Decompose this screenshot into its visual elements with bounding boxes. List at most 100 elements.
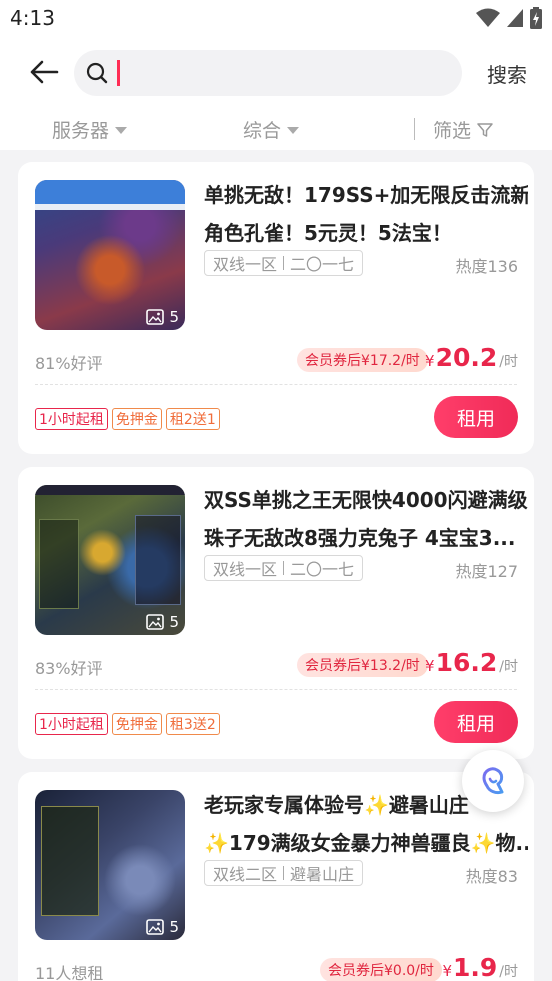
image-icon: [146, 919, 165, 935]
screen-filter[interactable]: 筛选: [433, 116, 493, 143]
status-icons: [476, 7, 542, 29]
status-bar: 4:13: [0, 0, 552, 38]
filter-bar: 服务器 综合 筛选: [0, 112, 552, 148]
heat-count: 热度136: [455, 257, 518, 276]
price-unit: /时: [499, 354, 518, 370]
text-caret: [117, 60, 120, 86]
wifi-icon: [476, 8, 500, 27]
signal-icon: [507, 9, 523, 27]
filter-funnel-icon: [477, 122, 493, 137]
server-name: 二〇一七: [290, 560, 355, 579]
price-value: 1.9: [452, 953, 498, 981]
listing-thumbnail[interactable]: 5: [35, 485, 185, 635]
currency-symbol: ¥: [442, 962, 452, 980]
tag-min-rent: 1小时起租: [35, 713, 108, 735]
listing-title-line: 单挑无敌！179SS+加无限反击流新: [204, 183, 528, 207]
customer-service-button[interactable]: [462, 750, 524, 812]
search-input[interactable]: [118, 57, 448, 89]
divider: [35, 384, 517, 385]
image-count-badge: 5: [146, 613, 179, 631]
server-filter[interactable]: 服务器: [52, 116, 128, 143]
rent-button[interactable]: 租用: [434, 396, 518, 438]
member-coupon-price: 会员券后¥13.2/时: [297, 653, 428, 677]
search-header: 搜索 服务器 综合 筛选: [0, 38, 552, 150]
sort-filter-label: 综合: [243, 120, 282, 142]
image-count: 5: [169, 308, 179, 326]
listing-card[interactable]: 5 双SS单挑之王无限快4000闪避满级 珠子无敌改8强力克兔子 4宝宝3...…: [18, 467, 534, 759]
price-unit: /时: [499, 659, 518, 675]
screenshot-panel: [135, 515, 181, 605]
screenshot-titlebar: [35, 180, 185, 204]
listing-title-line: 珠子无敌改8强力克兔子 4宝宝3...: [204, 526, 516, 550]
listing-title-line: 角色孔雀！5元灵！5法宝！: [204, 221, 452, 245]
chevron-down-icon: [115, 127, 128, 134]
rating: 83%好评: [35, 659, 103, 678]
sort-filter[interactable]: 综合: [243, 116, 300, 143]
listing-thumbnail[interactable]: 5: [35, 180, 185, 330]
member-coupon-price: 会员券后¥0.0/时: [320, 958, 442, 981]
server-tag: 双线一区 二〇一七: [204, 555, 364, 581]
back-button[interactable]: [26, 56, 62, 88]
battery-icon: [530, 7, 542, 29]
image-count: 5: [169, 918, 179, 936]
status-time: 4:13: [10, 6, 55, 30]
currency-symbol: ¥: [425, 352, 435, 370]
member-coupon-price: 会员券后¥17.2/时: [297, 348, 428, 372]
listing-tags: 1小时起租 免押金 租2送1: [35, 408, 220, 430]
price: ¥ 20.2 /时: [425, 343, 518, 372]
filter-divider: [414, 118, 415, 140]
screenshot-panel: [39, 519, 79, 609]
heat-count: 热度83: [465, 867, 518, 886]
server-name: 避暑山庄: [290, 865, 355, 884]
separator: [283, 256, 285, 270]
back-arrow-icon: [30, 60, 59, 84]
search-button[interactable]: 搜索: [487, 59, 527, 88]
screenshot-titlebar: [35, 485, 185, 495]
image-count-badge: 5: [146, 308, 179, 326]
tag-promo: 租2送1: [165, 408, 220, 430]
image-icon: [146, 309, 165, 325]
server-name: 二〇一七: [290, 255, 355, 274]
listing-title[interactable]: 单挑无敌！179SS+加无限反击流新 角色孔雀！5元灵！5法宝！: [204, 176, 528, 252]
listing-title-line: 双SS单挑之王无限快4000闪避满级: [204, 488, 528, 512]
heat-count: 热度127: [455, 562, 518, 581]
rating: 11人想租: [35, 964, 104, 981]
image-count: 5: [169, 613, 179, 631]
image-count-badge: 5: [146, 918, 179, 936]
zone-name: 双线一区: [213, 255, 278, 274]
screenshot-panel: [41, 806, 99, 916]
zone-name: 双线二区: [213, 865, 278, 884]
listing-card[interactable]: 5 单挑无敌！179SS+加无限反击流新 角色孔雀！5元灵！5法宝！ 双线一区 …: [18, 162, 534, 454]
screen-filter-label: 筛选: [433, 120, 472, 142]
divider: [35, 689, 517, 690]
listing-title[interactable]: 双SS单挑之王无限快4000闪避满级 珠子无敌改8强力克兔子 4宝宝3...: [204, 481, 528, 557]
tag-no-deposit: 免押金: [111, 408, 162, 430]
customer-service-icon: [482, 767, 504, 795]
listing-card[interactable]: 5 老玩家专属体验号✨避暑山庄 ✨179满级女金暴力神兽疆良✨物... 双线二区…: [18, 772, 534, 981]
search-box[interactable]: [74, 50, 462, 96]
price-value: 16.2: [435, 648, 498, 677]
price-value: 20.2: [435, 343, 498, 372]
price: ¥ 1.9 /时: [442, 953, 518, 981]
rent-button[interactable]: 租用: [434, 701, 518, 743]
listing-tags: 1小时起租 免押金 租3送2: [35, 713, 220, 735]
listing-thumbnail[interactable]: 5: [35, 790, 185, 940]
separator: [283, 866, 285, 880]
server-tag: 双线二区 避暑山庄: [204, 860, 364, 886]
tag-min-rent: 1小时起租: [35, 408, 108, 430]
price: ¥ 16.2 /时: [425, 648, 518, 677]
screenshot-toolbar: [35, 204, 185, 210]
tag-no-deposit: 免押金: [111, 713, 162, 735]
search-icon: [86, 62, 108, 84]
listing-title-line: ✨179满级女金暴力神兽疆良✨物...: [204, 831, 528, 855]
server-filter-label: 服务器: [52, 120, 110, 142]
image-icon: [146, 614, 165, 630]
currency-symbol: ¥: [425, 657, 435, 675]
price-unit: /时: [499, 964, 518, 980]
zone-name: 双线一区: [213, 560, 278, 579]
tag-promo: 租3送2: [165, 713, 220, 735]
chevron-down-icon: [287, 127, 300, 134]
server-tag: 双线一区 二〇一七: [204, 250, 364, 276]
separator: [283, 561, 285, 575]
rating: 81%好评: [35, 354, 103, 373]
